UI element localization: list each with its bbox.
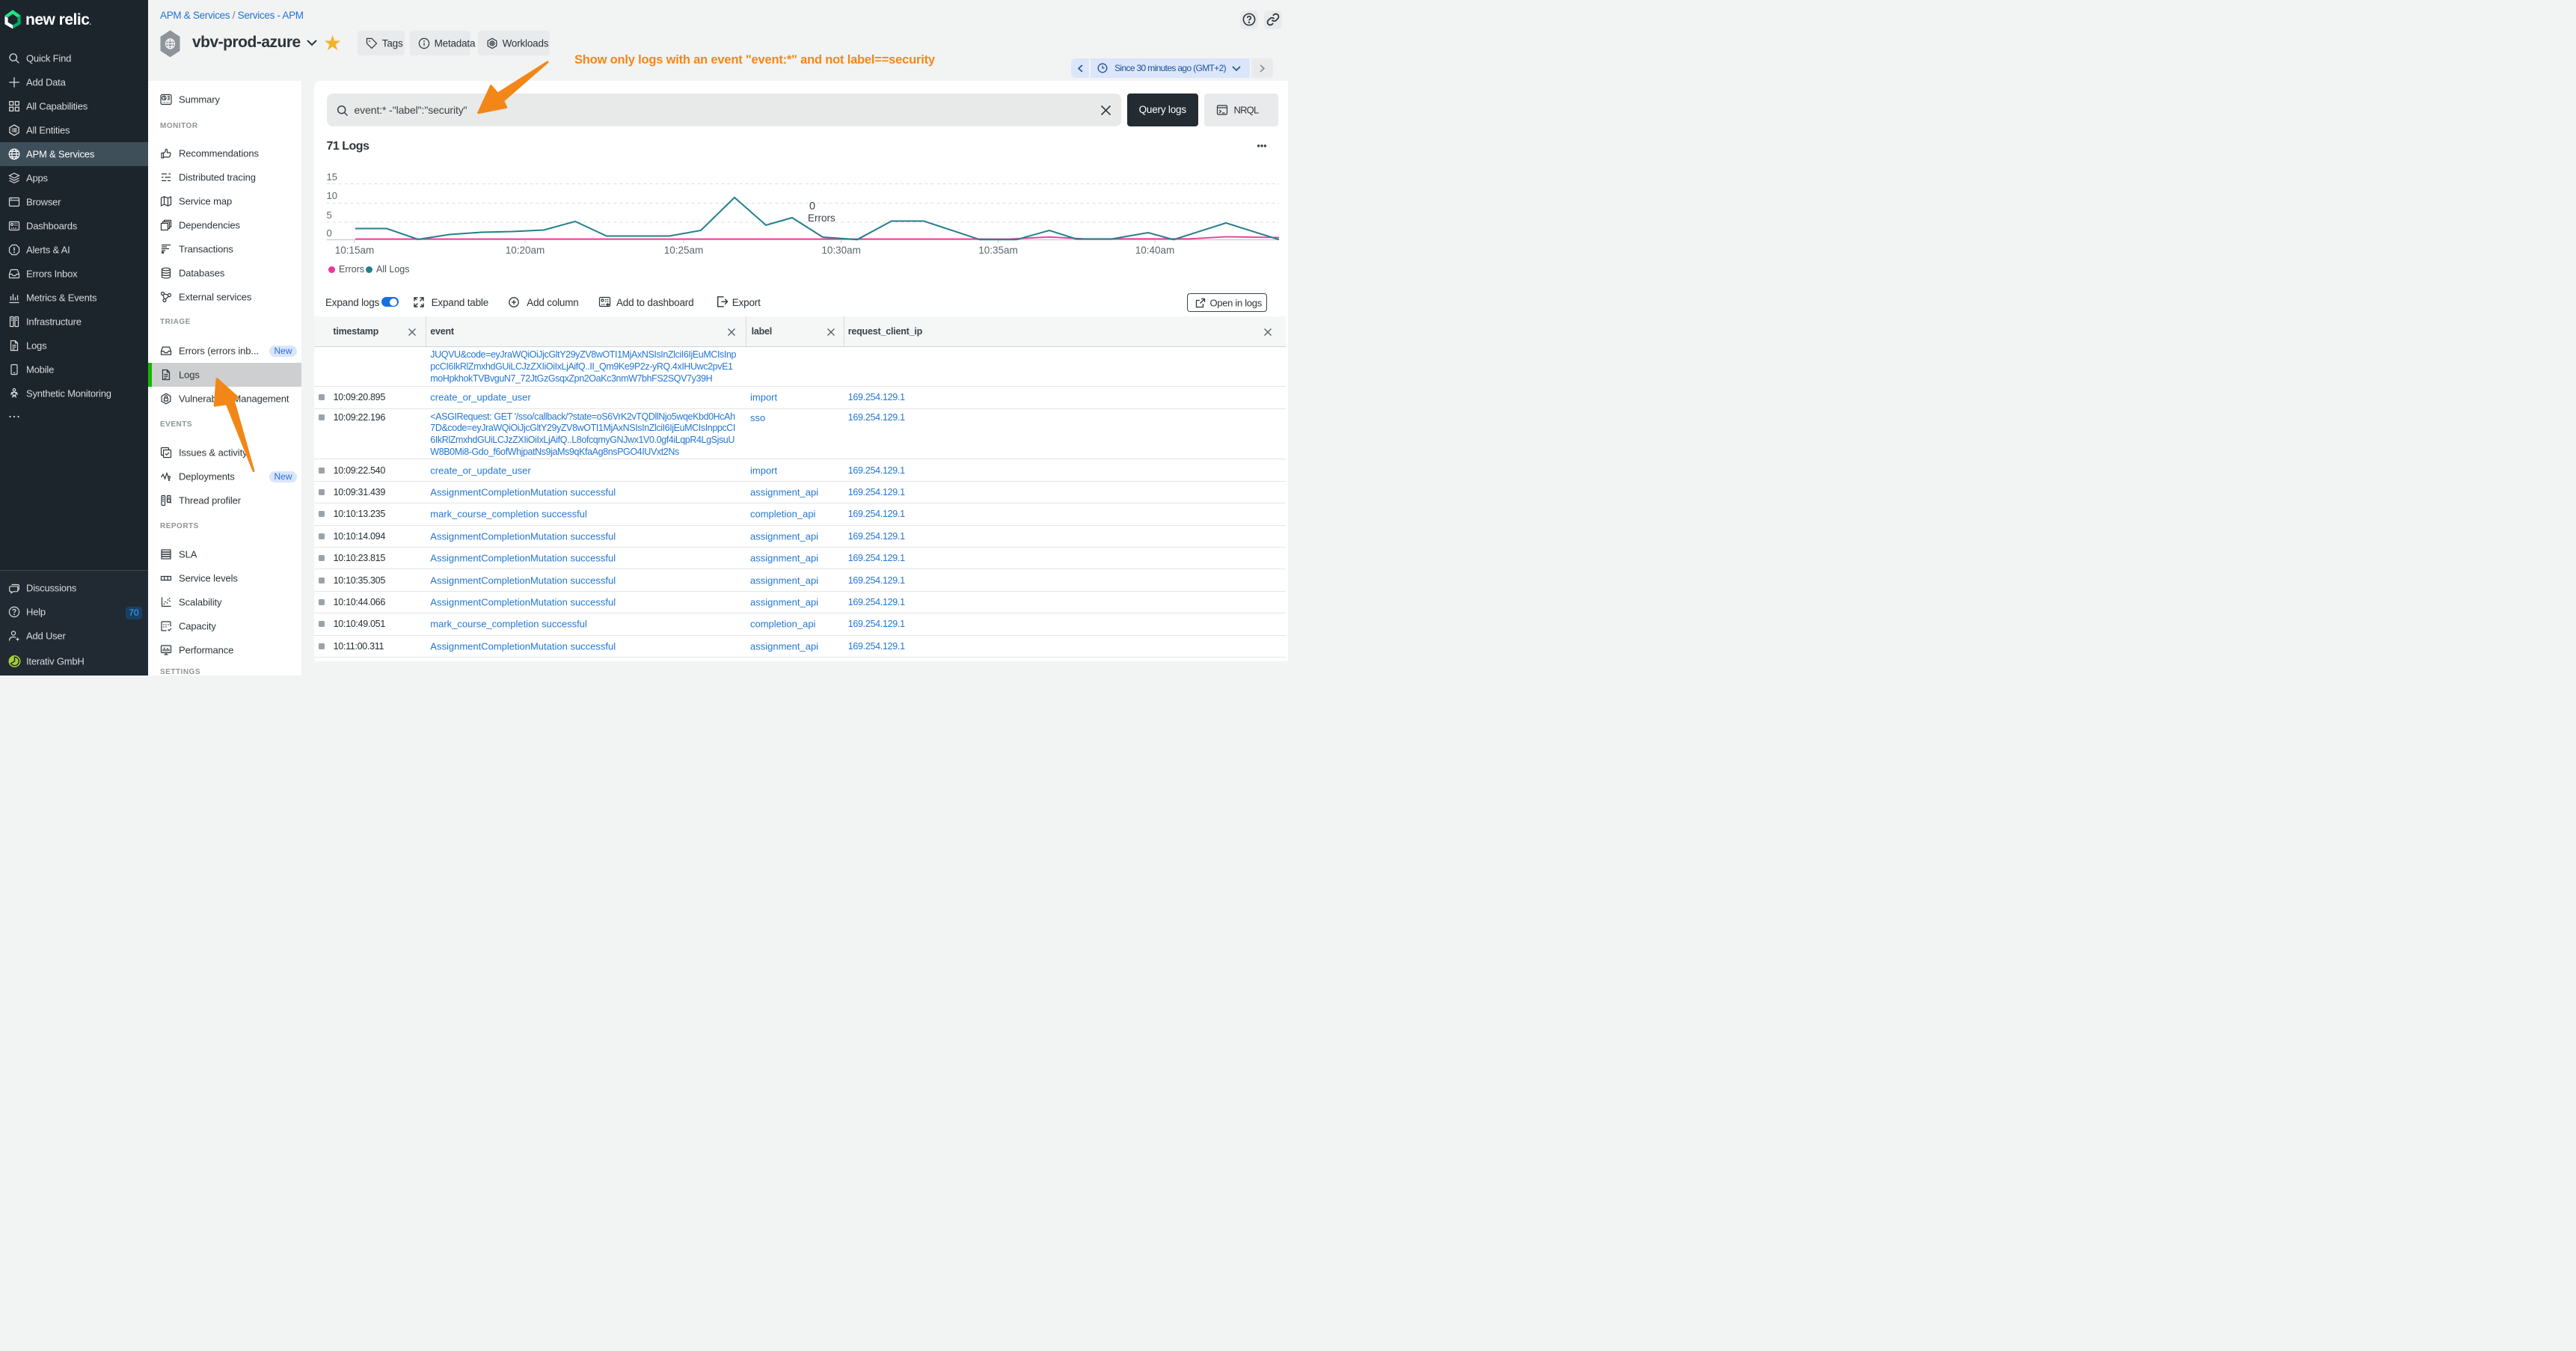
svg-text:Errors: Errors — [808, 212, 835, 224]
svg-text:10: 10 — [327, 190, 337, 201]
svg-text:10:30am: 10:30am — [821, 245, 861, 256]
svg-text:15: 15 — [327, 171, 337, 183]
svg-text:10:25am: 10:25am — [664, 245, 704, 256]
svg-text:10:20am: 10:20am — [506, 245, 545, 256]
svg-text:10:40am: 10:40am — [1135, 245, 1175, 256]
svg-text:10:35am: 10:35am — [978, 245, 1018, 256]
svg-text:10:15am: 10:15am — [335, 245, 375, 256]
svg-text:5: 5 — [327, 209, 332, 221]
svg-text:0: 0 — [327, 227, 332, 239]
svg-text:0: 0 — [809, 200, 815, 212]
